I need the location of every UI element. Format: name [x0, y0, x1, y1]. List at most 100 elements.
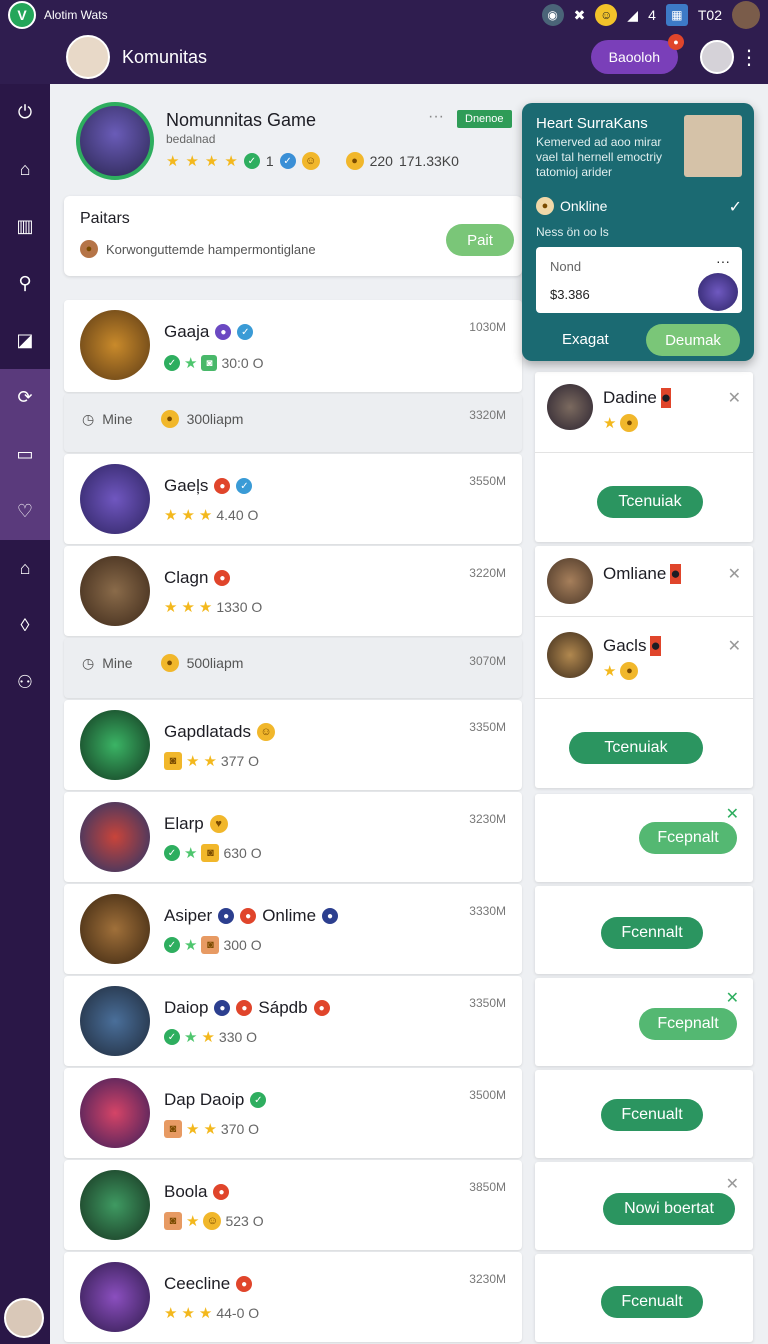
action-button[interactable]: Fcennalt — [601, 917, 703, 949]
sidebar-item-home[interactable]: ⌂ — [0, 141, 50, 198]
member-name-row: Gapdlatads ☺ — [164, 722, 275, 742]
alert-icon: ● — [313, 1000, 330, 1016]
action-button[interactable]: Fcepnalt — [639, 1008, 737, 1040]
alert-icon: ● — [213, 1184, 230, 1200]
close-icon[interactable]: ✕ — [728, 636, 741, 656]
coin-icon: ● — [345, 152, 364, 170]
follow-button[interactable]: Tcenuiak — [597, 486, 703, 518]
separator-value: 500liapm — [186, 655, 244, 671]
game-badge-icon: ● — [215, 324, 232, 340]
popup-status-row[interactable]: ● Onkline — [536, 197, 607, 215]
sidebar-item-power[interactable]: ⏻ — [0, 84, 50, 141]
list-item[interactable]: Daiop ● ● Sápdb ● ✓ ★ ★ 330 O 3350M — [64, 976, 522, 1066]
field-more-icon[interactable]: ··· — [716, 253, 730, 269]
sidebar-item-stats[interactable]: ▥ — [0, 198, 50, 255]
member-name: Gaeļs — [164, 476, 209, 495]
list-item[interactable]: Gapdlatads ☺ ◙ ★ ★ 377 O 3350M — [64, 700, 522, 790]
sidebar-item-profile[interactable]: ⚇ — [0, 654, 50, 711]
coin-icon: ● — [620, 662, 639, 680]
sidebar-item-house[interactable]: ⌂ — [0, 540, 50, 597]
member-time: 3500M — [469, 1088, 506, 1102]
member-avatar — [80, 464, 150, 534]
action-button[interactable]: Nowi boertat — [603, 1193, 735, 1225]
suggest-avatar — [547, 384, 593, 430]
suggest-card: Omliane ● ✕ Gacls ● ★ ● ✕ Tcenuiak — [535, 546, 753, 788]
sidebar-item-board[interactable]: ◪ — [0, 312, 50, 369]
game-avatar[interactable] — [76, 102, 154, 180]
community-profile-card: Nomunnitas Game bedalnad ★ ★ ★ ★ ✓ 1 ✓ ☺… — [64, 92, 522, 190]
amount-field[interactable]: Nond $3.386 ··· — [536, 247, 742, 313]
member-meta-value: 377 O — [220, 753, 260, 769]
sidebar-item-favorites[interactable]: ♡ — [0, 483, 50, 540]
smile-icon: ☺ — [203, 1212, 222, 1230]
list-item[interactable]: Elarp ♥ ✓ ★ ◙ 630 O 3230M — [64, 792, 522, 882]
action-button[interactable]: Fcepnalt — [639, 822, 737, 854]
separator-value: 300liapm — [186, 411, 244, 427]
partners-button[interactable]: Pait — [446, 224, 514, 256]
star-icon: ★ — [181, 507, 195, 524]
list-item[interactable]: Clagn ● ★ ★ ★ 1330 O 3220M — [64, 546, 522, 636]
follow-button[interactable]: Tcenuiak — [569, 732, 703, 764]
sidebar-user-avatar[interactable] — [4, 1298, 44, 1338]
list-item[interactable]: Gaeļs ● ✓ ★ ★ ★ 4.40 O 3550M — [64, 454, 522, 544]
member-name: Ceecline — [164, 1274, 231, 1293]
close-icon[interactable]: ✕ — [728, 388, 741, 408]
member-meta-value: 630 O — [223, 845, 262, 861]
badge-icon: ◙ — [201, 355, 218, 371]
alert-icon: ● — [650, 636, 661, 656]
status-time: T02 — [697, 7, 722, 23]
amount-value: $3.386 — [550, 287, 590, 302]
member-name-row: Gaaja ● ✓ — [164, 322, 254, 342]
chevron-down-icon[interactable]: ✓ — [729, 197, 742, 217]
sidebar-item-search[interactable]: ⚲ — [0, 255, 50, 312]
close-icon[interactable]: ✕ — [726, 804, 739, 824]
badge-icon: ◙ — [164, 1212, 182, 1230]
close-icon[interactable]: ✕ — [726, 988, 739, 1008]
list-item[interactable]: Gaaja ● ✓ ✓ ★ ◙ 30:0 O 1030M — [64, 300, 522, 392]
badge-icon: ◙ — [201, 844, 220, 862]
check-icon: ✓ — [164, 1029, 180, 1045]
list-item[interactable]: Dap Daoip ✓ ◙ ★ ★ 370 O 3500M — [64, 1068, 522, 1158]
sidebar-item-community[interactable]: ⟳ — [0, 369, 50, 426]
house-icon: ⌂ — [19, 558, 31, 578]
user-avatar[interactable] — [66, 35, 110, 79]
star-icon: ★ — [164, 599, 178, 616]
divider — [535, 616, 753, 617]
list-separator: ◷ Mine ● 300liapm 3320M — [64, 394, 522, 452]
love-icon: ♥ — [209, 815, 228, 833]
more-options-icon[interactable]: ⋮ — [734, 45, 764, 70]
close-icon[interactable]: ✕ — [726, 1174, 739, 1194]
suggest-avatar — [547, 558, 593, 604]
action-button[interactable]: Fcenualt — [601, 1286, 703, 1318]
power-icon: ⏻ — [17, 102, 33, 122]
action-button[interactable]: Fcenualt — [601, 1099, 703, 1131]
close-icon[interactable]: ✕ — [728, 564, 741, 584]
card-more-icon[interactable]: ··· — [428, 108, 444, 126]
star-icon: ★ — [181, 1305, 195, 1322]
member-meta: ✓ ★ ★ 330 O — [164, 1028, 257, 1046]
list-item[interactable]: Ceecline ● ★ ★ ★ 44-0 O 3230M — [64, 1252, 522, 1342]
popup-primary-button[interactable]: Deumak — [646, 324, 740, 356]
star-icon: ★ — [203, 1121, 217, 1138]
suggest-avatar — [547, 632, 593, 678]
suggest-name: Dadine — [603, 388, 657, 407]
coin-icon: ● — [160, 410, 179, 428]
list-item[interactable]: Asiper ● ● Onlime ● ✓ ★ ◙ 300 O 3330M — [64, 884, 522, 974]
close-status-icon: ✖ — [573, 6, 586, 23]
star-icon: ★ — [181, 599, 195, 616]
member-meta-value: 523 O — [225, 1213, 264, 1229]
member-time: 3330M — [469, 904, 506, 918]
separator-label: Mine — [102, 655, 133, 671]
member-meta-value: 1330 O — [216, 599, 263, 615]
popup-secondary-button[interactable]: Exagat — [562, 331, 609, 348]
member-avatar — [80, 710, 150, 780]
sidebar-item-tag[interactable]: ◊ — [0, 597, 50, 654]
alert-icon: ● — [660, 388, 672, 408]
sidebar-item-window[interactable]: ▭ — [0, 426, 50, 483]
smile-icon: ☺ — [301, 152, 320, 170]
friend-avatar[interactable] — [700, 40, 734, 74]
list-item[interactable]: Boola ● ◙ ★ ☺ 523 O 3850M — [64, 1160, 522, 1250]
action-card: ✕ Nowi boertat — [535, 1162, 753, 1250]
member-time: 1030M — [469, 320, 506, 334]
header-pill-button[interactable]: Baooloh ● — [590, 34, 684, 74]
